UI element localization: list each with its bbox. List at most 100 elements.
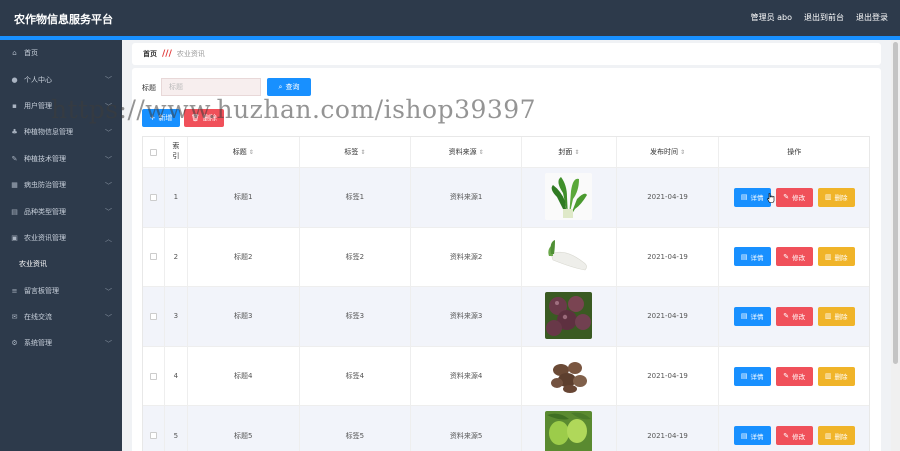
- edit-button-label: 修改: [792, 432, 806, 441]
- row-actions: ▤ 详情 ✎ 修改 ▥ 删除: [719, 168, 869, 227]
- edit-button[interactable]: ✎ 修改: [775, 306, 813, 326]
- query-button[interactable]: ⌕ 查询: [267, 78, 311, 96]
- row-cover: [522, 346, 617, 406]
- sidebar-item[interactable]: ● 个人中心 ﹀: [0, 66, 122, 92]
- detail-button[interactable]: ▤ 详情: [733, 187, 771, 207]
- detail-button[interactable]: ▤ 详情: [733, 247, 771, 267]
- news-table: 索引 标题 ⇕ 标签 ⇕ 资料来源 ⇕ 封面 ⇕ 发布时间 ⇕ 操作 1 标题1 标签1 资料来…: [142, 136, 870, 451]
- row-index: 2: [165, 227, 188, 287]
- header-actions: 管理员 abo 退出到前台 退出登录: [751, 12, 888, 23]
- search-title-input[interactable]: [161, 78, 261, 96]
- edit-button[interactable]: ✎ 修改: [775, 366, 813, 386]
- document-icon: ▤: [740, 312, 748, 321]
- sidebar-item-label: 病虫防治管理: [24, 181, 66, 190]
- cover-image: [545, 291, 593, 341]
- breadcrumb-home[interactable]: 首页: [143, 49, 157, 59]
- row-checkbox[interactable]: [149, 193, 157, 201]
- trash-icon: ▥: [824, 372, 832, 381]
- sidebar-item[interactable]: ✎ 种植技术管理 ﹀: [0, 146, 122, 172]
- row-source: 资料来源1: [411, 168, 522, 227]
- edit-button-label: 修改: [792, 313, 806, 322]
- delete-button[interactable]: ▥ 删除: [817, 426, 855, 446]
- list-icon: ≡: [11, 286, 18, 295]
- edit-button[interactable]: ✎ 修改: [775, 187, 813, 207]
- delete-button[interactable]: ▥ 删除: [817, 187, 855, 207]
- header-cover[interactable]: 封面 ⇕: [522, 137, 617, 167]
- chevron-up-icon: ︿: [105, 234, 112, 243]
- trash-icon: ▥: [824, 252, 832, 261]
- edit-button-label: 修改: [792, 253, 806, 262]
- sidebar-item-label: 个人中心: [24, 75, 52, 84]
- edit-button[interactable]: ✎ 修改: [775, 426, 813, 446]
- table-row: 2 标题2 标签2 资料来源2 2021-04-19 ▤ 详情 ✎ 修改 ▥ 删除: [143, 227, 869, 288]
- news-icon: ▣: [11, 233, 18, 242]
- scrollbar-thumb[interactable]: [893, 42, 898, 364]
- row-tag: 标签4: [300, 346, 412, 406]
- edit-button[interactable]: ✎ 修改: [775, 247, 813, 267]
- row-checkbox[interactable]: [149, 312, 157, 320]
- row-index: 4: [165, 346, 188, 406]
- detail-button[interactable]: ▤ 详情: [733, 366, 771, 386]
- header-cover-label: 封面: [558, 148, 573, 156]
- header-title[interactable]: 标题 ⇕: [188, 137, 300, 167]
- delete-button[interactable]: ▥ 删除: [817, 366, 855, 386]
- back-to-frontend-link[interactable]: 退出到前台: [804, 12, 844, 23]
- sidebar-item-label: 在线交流: [24, 313, 52, 322]
- header-title-label: 标题: [232, 148, 247, 156]
- sidebar-item-label: 系统管理: [24, 339, 52, 348]
- row-checkbox[interactable]: [149, 372, 157, 380]
- sidebar-item-label: 品种类型管理: [24, 207, 66, 216]
- sidebar-item[interactable]: ▣ 农业资讯管理 ︿: [0, 225, 122, 251]
- delete-button-label: 删除: [834, 313, 848, 322]
- tool-icon: ✎: [11, 154, 18, 163]
- header-date[interactable]: 发布时间 ⇕: [617, 137, 720, 167]
- sort-icon: ⇕: [248, 148, 254, 156]
- breadcrumb-current: 农业资讯: [176, 50, 205, 58]
- sidebar-item-label: 农业资讯: [19, 260, 47, 269]
- sort-icon: ⇕: [360, 148, 366, 156]
- chevron-down-icon: ﹀: [105, 287, 112, 296]
- header-index: 索引: [165, 137, 188, 167]
- sidebar-item[interactable]: ▤ 品种类型管理 ﹀: [0, 198, 122, 224]
- row-checkbox[interactable]: [149, 432, 157, 440]
- admin-user-link[interactable]: 管理员 abo: [751, 12, 792, 23]
- sort-icon: ⇕: [680, 148, 686, 156]
- table-body: 1 标题1 标签1 资料来源1 2021-04-19 ▤ 详情 ✎ 修改 ▥ 删除 2 标题2 标签2 资料…: [143, 168, 869, 451]
- table-row: 4 标题4 标签4 资料来源4 2021-04-19 ▤ 详情 ✎ 修改 ▥ 删除: [143, 346, 869, 407]
- chat-icon: ✉: [11, 313, 18, 322]
- table-row: 5 标题5 标签5 资料来源5 2021-04-19 ▤ 详情 ✎ 修改 ▥ 删除: [143, 406, 869, 451]
- page-scrollbar[interactable]: [891, 40, 900, 451]
- row-index: 5: [165, 406, 188, 451]
- sidebar-subitem[interactable]: 农业资讯: [0, 251, 122, 277]
- delete-button[interactable]: ▥ 删除: [817, 306, 855, 326]
- header-tag[interactable]: 标签 ⇕: [300, 137, 412, 167]
- select-all-checkbox[interactable]: [149, 148, 157, 156]
- box-icon: ▤: [11, 207, 18, 216]
- sidebar-item[interactable]: ≡ 留言板管理 ﹀: [0, 278, 122, 304]
- row-date: 2021-04-19: [617, 287, 720, 346]
- search-label: 标题: [142, 84, 156, 92]
- plant-icon: ♣: [11, 128, 18, 137]
- header-ops: 操作: [787, 148, 802, 156]
- detail-button[interactable]: ▤ 详情: [733, 306, 771, 326]
- row-title: 标题5: [188, 406, 300, 451]
- chevron-down-icon: ﹀: [105, 313, 112, 322]
- sidebar-item[interactable]: ▦ 病虫防治管理 ﹀: [0, 172, 122, 198]
- sidebar-item[interactable]: ⚙ 系统管理 ﹀: [0, 330, 122, 356]
- trash-icon: ▥: [824, 312, 832, 321]
- row-checkbox[interactable]: [149, 253, 157, 261]
- select-all-cell: [143, 137, 165, 167]
- table-row: 3 标题3 标签3 资料来源3 2021-04-19 ▤ 详情 ✎ 修改 ▥ 删除: [143, 287, 869, 347]
- delete-button[interactable]: ▥ 删除: [817, 247, 855, 267]
- detail-button[interactable]: ▤ 详情: [733, 426, 771, 446]
- sidebar-item[interactable]: ✉ 在线交流 ﹀: [0, 304, 122, 330]
- breadcrumb: 首页 /// 农业资讯: [132, 43, 881, 65]
- sidebar-item[interactable]: ⌂ 首页: [0, 40, 122, 66]
- document-icon: ▤: [740, 252, 748, 261]
- top-header: 农作物信息服务平台 管理员 abo 退出到前台 退出登录: [0, 0, 900, 36]
- logout-link[interactable]: 退出登录: [856, 12, 888, 23]
- header-source[interactable]: 资料来源 ⇕: [411, 137, 522, 167]
- pencil-icon: ✎: [783, 372, 790, 381]
- settings-icon: ⚙: [11, 339, 18, 348]
- hand-cursor-icon: [767, 193, 775, 203]
